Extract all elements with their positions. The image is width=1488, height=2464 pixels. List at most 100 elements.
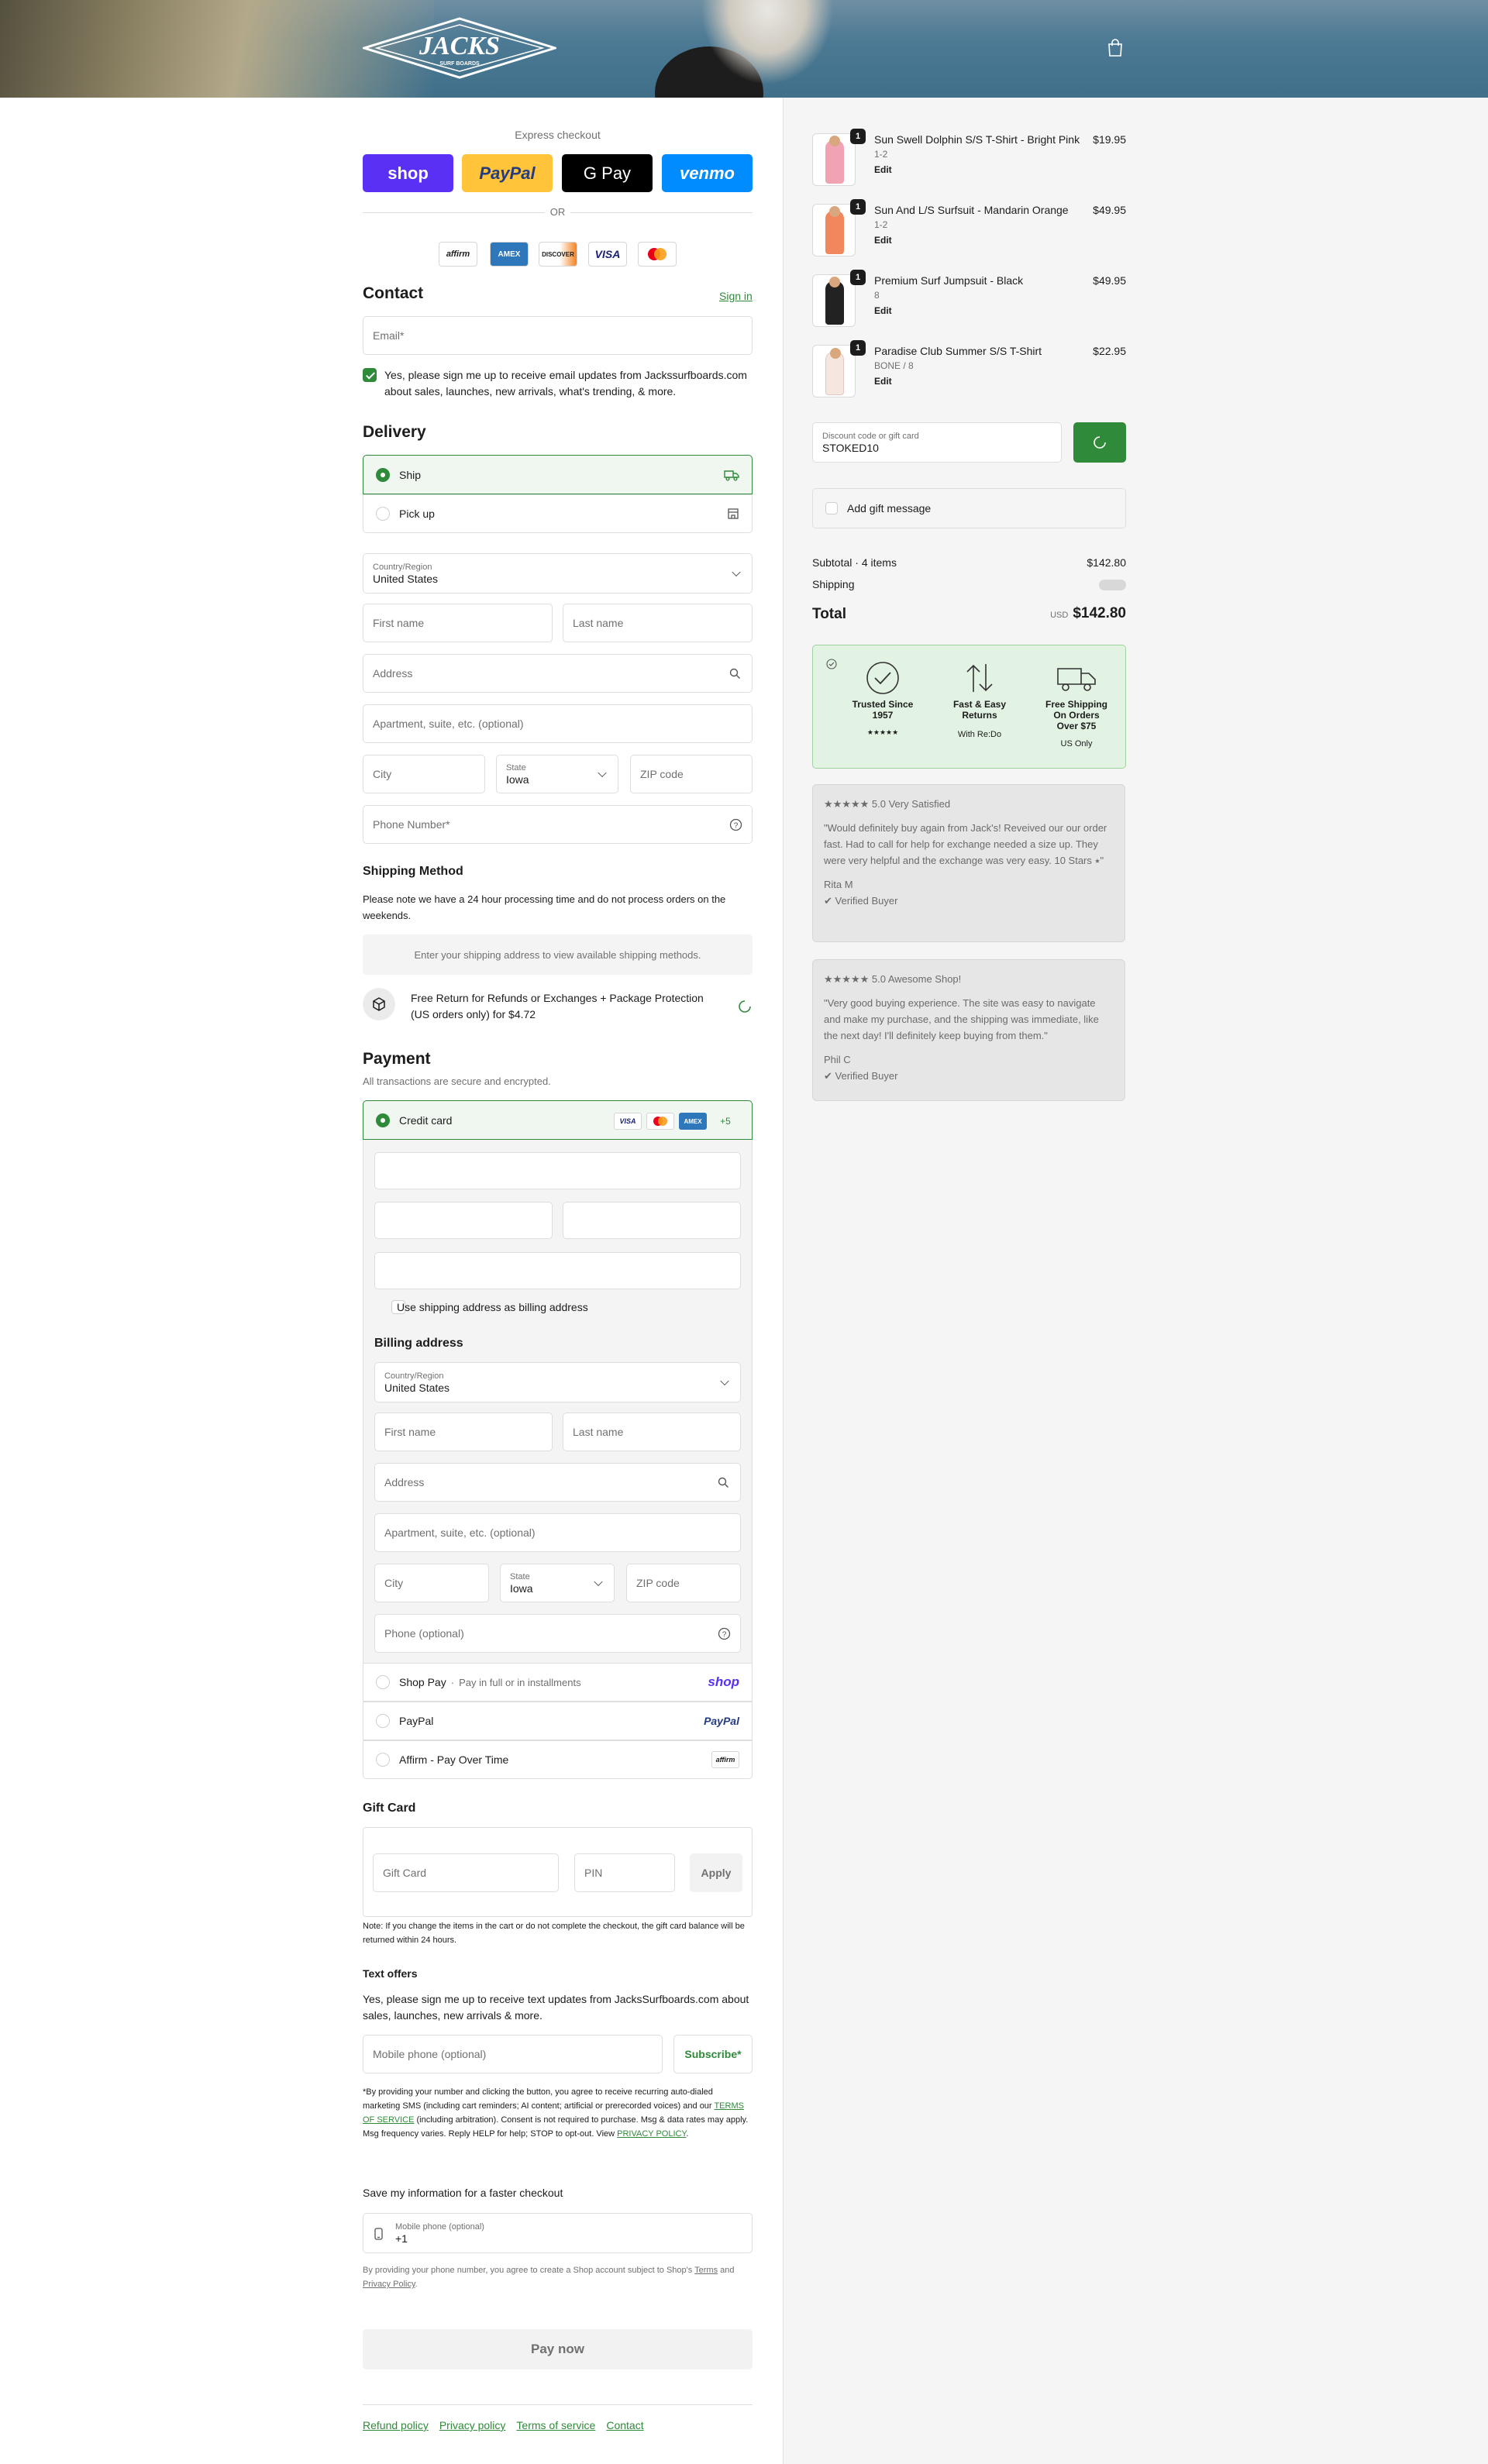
billing-last-name-field[interactable]: Last name <box>563 1413 741 1451</box>
quantity-badge: 1 <box>850 340 866 356</box>
pickup-radio[interactable] <box>376 507 390 521</box>
name-on-card-field[interactable] <box>374 1252 741 1289</box>
trust-badge-sub: With Re:Do <box>957 730 1002 739</box>
affirm-radio[interactable] <box>376 1753 390 1767</box>
product-thumbnail <box>812 274 856 327</box>
product-price: $49.95 <box>1093 274 1126 287</box>
more-cards-badge: +5 <box>720 1116 731 1127</box>
first-name-field[interactable]: First name <box>363 604 553 642</box>
ship-radio[interactable] <box>376 467 390 482</box>
venmo-button[interactable]: venmo <box>662 154 753 192</box>
shop-pay-radio[interactable] <box>376 1675 390 1689</box>
text-offers-heading: Text offers <box>363 1967 418 1980</box>
apartment-placeholder: Apartment, suite, etc. (optional) <box>373 718 524 730</box>
total-value: $142.80 <box>1073 605 1126 621</box>
discount-code-field[interactable]: Discount code or gift card STOKED10 <box>812 422 1062 463</box>
billing-apartment-field[interactable]: Apartment, suite, etc. (optional) <box>374 1513 741 1552</box>
billing-city-field[interactable]: City <box>374 1564 489 1602</box>
edit-item-link[interactable]: Edit <box>874 376 892 387</box>
billing-country-select[interactable]: Country/Region United States <box>374 1362 741 1402</box>
billing-state-select[interactable]: State Iowa <box>500 1564 615 1602</box>
apply-discount-button[interactable] <box>1073 422 1126 463</box>
save-info-heading: Save my information for a faster checkou… <box>363 2187 563 2199</box>
billing-state-label: State <box>510 1571 530 1581</box>
jacks-logo[interactable]: JACKS SURF BOARDS <box>363 17 556 79</box>
credit-card-option[interactable]: Credit card VISA AMEX +5 <box>363 1100 753 1140</box>
divider-right <box>570 212 753 213</box>
newsletter-label: Yes, please sign me up to receive email … <box>384 369 747 397</box>
shipping-methods-empty: Enter your shipping address to view avai… <box>363 934 753 975</box>
edit-item-link[interactable]: Edit <box>874 305 892 316</box>
gift-card-field[interactable]: Gift Card <box>373 1853 559 1892</box>
privacy-policy-link[interactable]: PRIVACY POLICY <box>617 2129 686 2139</box>
billing-first-name-placeholder: First name <box>384 1426 436 1438</box>
state-select[interactable]: State Iowa <box>496 755 618 793</box>
privacy-policy-footer-link[interactable]: Privacy policy <box>439 2419 506 2431</box>
shop-pay-option[interactable]: Shop Pay · Pay in full or in installment… <box>363 1663 753 1702</box>
affirm-option[interactable]: Affirm - Pay Over Time affirm <box>363 1740 753 1779</box>
newsletter-checkbox[interactable] <box>363 368 377 382</box>
edit-item-link[interactable]: Edit <box>874 235 892 246</box>
first-name-placeholder: First name <box>373 617 425 629</box>
apartment-field[interactable]: Apartment, suite, etc. (optional) <box>363 704 753 743</box>
shop-privacy-link[interactable]: Privacy Policy <box>363 2280 415 2289</box>
phone-field[interactable]: Phone Number* ? <box>363 805 753 844</box>
paypal-button[interactable]: PayPal <box>462 154 553 192</box>
footer-divider <box>363 2404 753 2405</box>
sign-in-link[interactable]: Sign in <box>719 290 753 302</box>
gift-card-pin-field[interactable]: PIN <box>574 1853 675 1892</box>
billing-country-value: United States <box>384 1381 450 1394</box>
expiration-field[interactable] <box>374 1202 553 1239</box>
discover-logo-text: DISCOVER <box>542 250 574 258</box>
state-value: Iowa <box>506 773 529 786</box>
subtotal-label: Subtotal · 4 items <box>812 556 897 569</box>
card-number-field[interactable] <box>374 1152 741 1189</box>
review-author: Phil C <box>824 1054 851 1065</box>
contact-link[interactable]: Contact <box>606 2419 643 2431</box>
ship-option[interactable]: Ship <box>363 455 753 494</box>
city-field[interactable]: City <box>363 755 485 793</box>
billing-first-name-field[interactable]: First name <box>374 1413 553 1451</box>
amex-card-icon: AMEX <box>679 1113 707 1130</box>
express-checkout-title: Express checkout <box>515 129 601 141</box>
google-pay-button[interactable]: G Pay <box>562 154 653 192</box>
terms-of-service-footer-link[interactable]: Terms of service <box>516 2419 595 2431</box>
shop-terms-link[interactable]: Terms <box>694 2266 718 2275</box>
trust-badge-returns: Fast & Easy Returns With Re:Do <box>945 661 1014 739</box>
subscribe-button[interactable]: Subscribe* <box>673 2035 753 2073</box>
save-info-mobile-field[interactable]: Mobile phone (optional) +1 <box>363 2213 753 2253</box>
product-name: Paradise Club Summer S/S T-Shirt <box>874 345 1042 357</box>
billing-address-field[interactable]: Address <box>374 1463 741 1502</box>
edit-item-link[interactable]: Edit <box>874 164 892 175</box>
address-field[interactable]: Address <box>363 654 753 693</box>
review-author: Rita M <box>824 879 853 890</box>
product-price: $22.95 <box>1093 345 1126 357</box>
gift-card-apply-button[interactable]: Apply <box>690 1853 742 1892</box>
paypal-radio[interactable] <box>376 1714 390 1728</box>
pay-now-button[interactable]: Pay now <box>363 2329 753 2369</box>
security-code-field[interactable] <box>563 1202 741 1239</box>
help-icon[interactable]: ? <box>729 818 742 831</box>
line-item: 1 Sun And L/S Surfsuit - Mandarin Orange… <box>812 199 1126 262</box>
review-card: ★★★★★ 5.0 Awesome Shop! "Very good buyin… <box>812 959 1125 1101</box>
zip-field[interactable]: ZIP code <box>630 755 753 793</box>
credit-card-radio[interactable] <box>376 1113 390 1127</box>
contact-heading: Contact <box>363 284 424 302</box>
bag-icon[interactable] <box>1107 39 1124 57</box>
help-icon[interactable]: ? <box>718 1627 731 1640</box>
country-select[interactable]: Country/Region United States <box>363 553 753 594</box>
last-name-field[interactable]: Last name <box>563 604 753 642</box>
email-field[interactable]: Email* <box>363 316 753 355</box>
refund-policy-link[interactable]: Refund policy <box>363 2419 429 2431</box>
venmo-label: venmo <box>680 163 735 183</box>
billing-phone-field[interactable]: Phone (optional) ? <box>374 1614 741 1653</box>
mastercard-card-icon <box>646 1113 674 1130</box>
line-item: 1 Paradise Club Summer S/S T-Shirt BONE … <box>812 340 1126 403</box>
billing-zip-field[interactable]: ZIP code <box>626 1564 741 1602</box>
gift-message-checkbox[interactable] <box>825 502 838 514</box>
pickup-option[interactable]: Pick up <box>363 494 753 533</box>
gift-message-option[interactable]: Add gift message <box>812 488 1126 528</box>
text-offers-mobile-field[interactable]: Mobile phone (optional) <box>363 2035 663 2073</box>
paypal-option[interactable]: PayPal PayPal <box>363 1702 753 1740</box>
shop-pay-button[interactable]: shop <box>363 154 453 192</box>
